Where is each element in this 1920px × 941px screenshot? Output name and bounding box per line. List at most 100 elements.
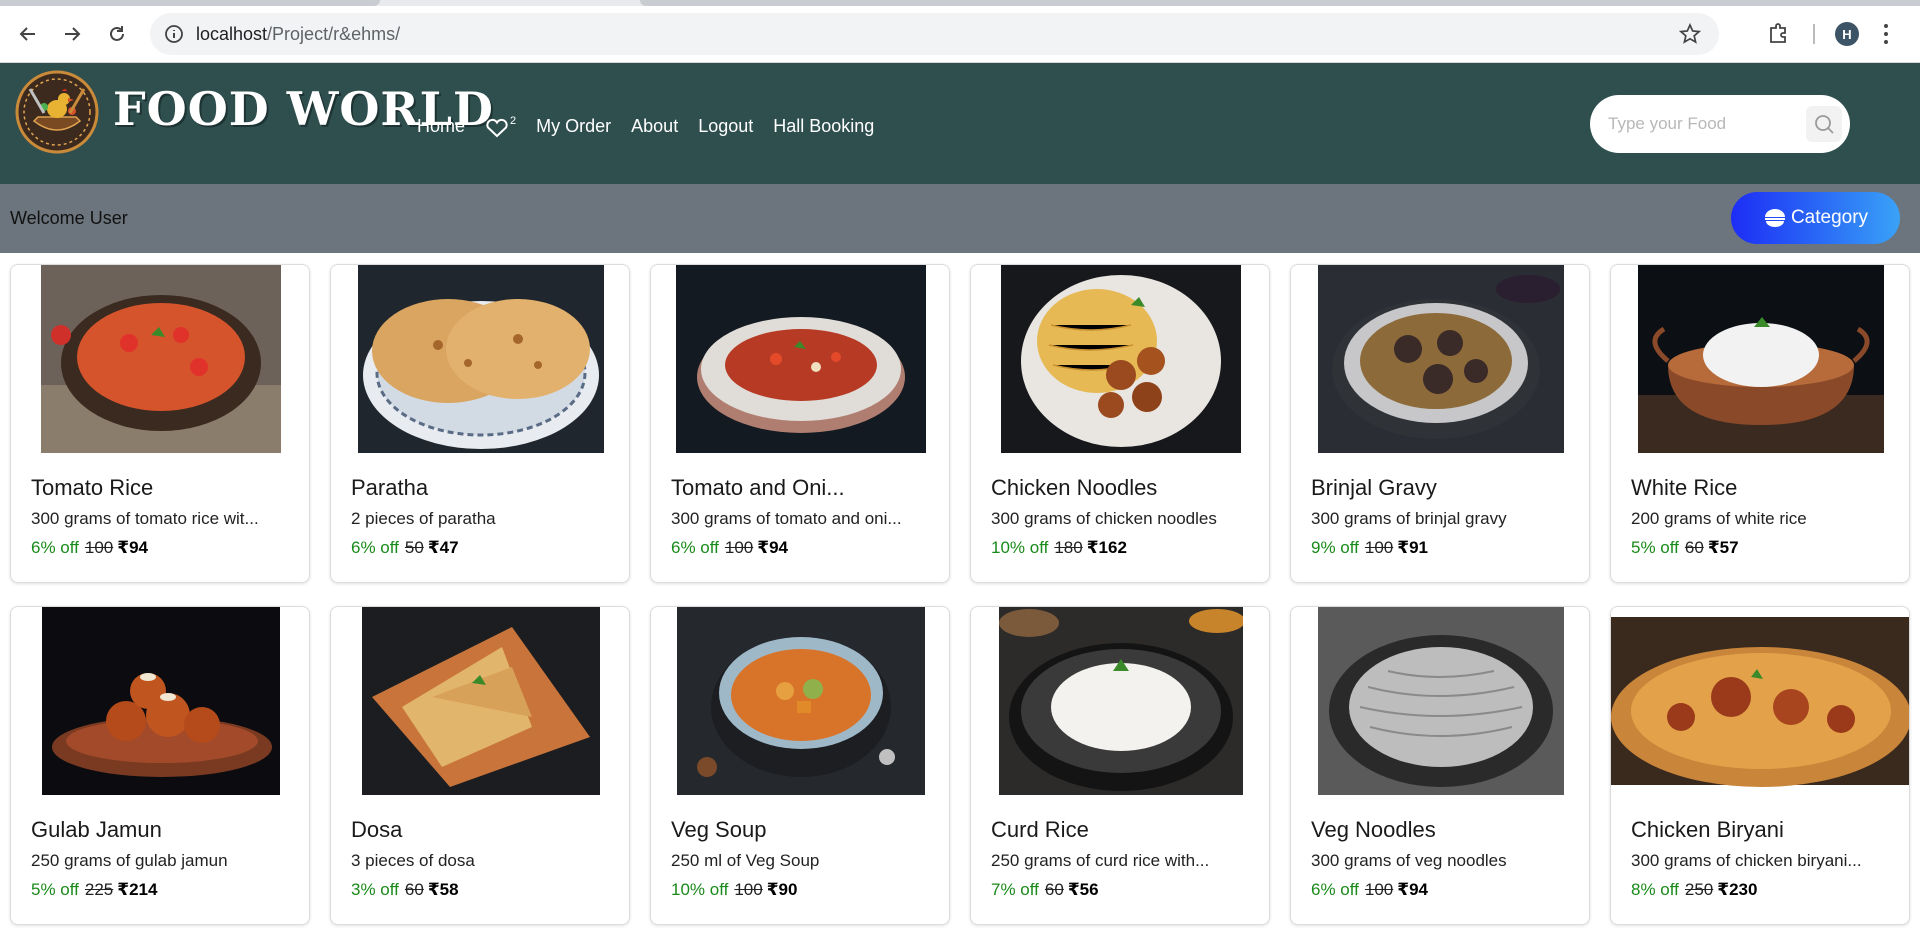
sale-price: ₹162 bbox=[1086, 538, 1127, 557]
food-image[interactable] bbox=[1611, 607, 1909, 795]
back-button[interactable] bbox=[12, 18, 44, 50]
food-card[interactable]: Paratha 2 pieces of paratha 6% off 50 ₹47 bbox=[330, 264, 630, 583]
extensions-puzzle-icon[interactable] bbox=[1767, 21, 1791, 45]
food-image[interactable] bbox=[331, 607, 629, 795]
food-image[interactable] bbox=[1611, 265, 1909, 453]
food-image[interactable] bbox=[1291, 607, 1589, 795]
arrow-left-icon bbox=[19, 27, 35, 41]
food-search-input[interactable] bbox=[1608, 109, 1798, 139]
food-title[interactable]: White Rice bbox=[1631, 475, 1737, 501]
food-description: 300 grams of tomato rice wit... bbox=[31, 509, 259, 528]
discount-label: 5% off bbox=[31, 880, 79, 899]
food-description: 300 grams of chicken biryani... bbox=[1631, 851, 1862, 870]
sale-price: ₹91 bbox=[1397, 538, 1429, 557]
price-row: 6% off 100 ₹94 bbox=[671, 538, 788, 558]
tomato-onion-curry-image-icon bbox=[676, 265, 926, 453]
arrow-right-icon bbox=[65, 27, 81, 41]
food-title[interactable]: Tomato Rice bbox=[31, 475, 153, 501]
price-row: 3% off 60 ₹58 bbox=[351, 880, 459, 900]
food-title[interactable]: Chicken Biryani bbox=[1631, 817, 1784, 843]
food-card[interactable]: Gulab Jamun 250 grams of gulab jamun 5% … bbox=[10, 606, 310, 925]
food-image[interactable] bbox=[11, 607, 309, 795]
food-card[interactable]: Dosa 3 pieces of dosa 3% off 60 ₹58 bbox=[330, 606, 630, 925]
original-price: 60 bbox=[404, 880, 424, 899]
sale-price: ₹58 bbox=[427, 880, 459, 899]
food-image[interactable] bbox=[1291, 265, 1589, 453]
price-row: 6% off 50 ₹47 bbox=[351, 538, 459, 558]
food-card[interactable]: Tomato and Oni... 300 grams of tomato an… bbox=[650, 264, 950, 583]
kebab-menu-icon[interactable] bbox=[1882, 22, 1890, 46]
discount-label: 6% off bbox=[351, 538, 399, 557]
original-price: 60 bbox=[1044, 880, 1064, 899]
nav-logout[interactable]: Logout bbox=[698, 116, 753, 137]
discount-label: 6% off bbox=[671, 538, 719, 557]
main-nav: Home 2 My Order About Logout Hall Bookin… bbox=[417, 113, 894, 139]
brinjal-gravy-image-icon bbox=[1318, 265, 1564, 453]
sale-price: ₹94 bbox=[117, 538, 149, 557]
site-header: FOOD WORLD Home 2 My Order About Logout … bbox=[0, 63, 1920, 184]
food-image[interactable] bbox=[651, 607, 949, 795]
food-title[interactable]: Chicken Noodles bbox=[991, 475, 1157, 501]
original-price: 100 bbox=[734, 880, 763, 899]
nav-my-order[interactable]: My Order bbox=[536, 116, 611, 137]
food-card[interactable]: Chicken Noodles 300 grams of chicken noo… bbox=[970, 264, 1270, 583]
food-card[interactable]: Brinjal Gravy 300 grams of brinjal gravy… bbox=[1290, 264, 1590, 583]
bookmark-star-icon[interactable] bbox=[1679, 23, 1701, 45]
food-card[interactable]: White Rice 200 grams of white rice 5% of… bbox=[1610, 264, 1910, 583]
nav-about[interactable]: About bbox=[631, 116, 678, 137]
original-price: 250 bbox=[1684, 880, 1714, 899]
food-title[interactable]: Tomato and Oni... bbox=[671, 475, 845, 501]
forward-button[interactable] bbox=[56, 18, 88, 50]
search-icon bbox=[1815, 115, 1834, 134]
food-title[interactable]: Brinjal Gravy bbox=[1311, 475, 1437, 501]
original-price: 225 bbox=[84, 880, 114, 899]
favorites-count-badge: 2 bbox=[510, 114, 517, 127]
food-card[interactable]: Curd Rice 250 grams of curd rice with...… bbox=[970, 606, 1270, 925]
address-bar[interactable]: localhost/Project/r&ehms/ bbox=[150, 13, 1719, 55]
original-price: 100 bbox=[724, 538, 754, 557]
sale-price: ₹94 bbox=[757, 538, 789, 557]
food-title[interactable]: Veg Soup bbox=[671, 817, 766, 843]
browser-tab[interactable] bbox=[640, 0, 1920, 6]
nav-hall-booking[interactable]: Hall Booking bbox=[773, 116, 874, 137]
sale-price: ₹56 bbox=[1067, 880, 1099, 899]
nav-home[interactable]: Home bbox=[417, 116, 465, 137]
nav-favorites[interactable]: 2 bbox=[485, 115, 516, 138]
food-description: 250 ml of Veg Soup bbox=[671, 851, 820, 870]
food-image[interactable] bbox=[971, 265, 1269, 453]
price-row: 10% off 180 ₹162 bbox=[991, 538, 1127, 558]
site-info-icon[interactable] bbox=[164, 24, 184, 44]
food-image[interactable] bbox=[11, 265, 309, 453]
original-price: 100 bbox=[1364, 538, 1394, 557]
food-world-logo-icon[interactable] bbox=[14, 69, 100, 155]
food-card[interactable]: Veg Soup 250 ml of Veg Soup 10% off 100 ₹9… bbox=[650, 606, 950, 925]
category-button[interactable]: Category bbox=[1731, 192, 1900, 244]
food-title[interactable]: Curd Rice bbox=[991, 817, 1089, 843]
food-title[interactable]: Gulab Jamun bbox=[31, 817, 162, 843]
profile-avatar[interactable]: H bbox=[1835, 22, 1859, 46]
food-image[interactable] bbox=[651, 265, 949, 453]
discount-label: 10% off bbox=[991, 538, 1049, 557]
food-card[interactable]: Chicken Biryani 300 grams of chicken bir… bbox=[1610, 606, 1910, 925]
veg-soup-image-icon bbox=[677, 607, 925, 795]
food-description: 300 grams of veg noodles bbox=[1311, 851, 1507, 870]
url-host: localhost bbox=[196, 24, 268, 44]
food-title[interactable]: Paratha bbox=[351, 475, 428, 501]
price-row: 6% off 100 ₹94 bbox=[31, 538, 148, 558]
original-price: 50 bbox=[404, 538, 424, 557]
original-price: 180 bbox=[1054, 538, 1083, 557]
price-row: 9% off 100 ₹91 bbox=[1311, 538, 1428, 558]
toolbar-divider bbox=[1813, 24, 1815, 44]
search-button[interactable] bbox=[1806, 106, 1842, 142]
food-image[interactable] bbox=[331, 265, 629, 453]
browser-tab[interactable] bbox=[0, 0, 380, 6]
original-price: 60 bbox=[1684, 538, 1704, 557]
food-card[interactable]: Tomato Rice 300 grams of tomato rice wit… bbox=[10, 264, 310, 583]
food-title[interactable]: Veg Noodles bbox=[1311, 817, 1436, 843]
url-text[interactable]: localhost/Project/r&ehms/ bbox=[196, 24, 400, 45]
reload-button[interactable] bbox=[101, 18, 133, 50]
food-title[interactable]: Dosa bbox=[351, 817, 402, 843]
food-card[interactable]: Veg Noodles 300 grams of veg noodles 6% … bbox=[1290, 606, 1590, 925]
original-price: 100 bbox=[84, 538, 114, 557]
food-image[interactable] bbox=[971, 607, 1269, 795]
